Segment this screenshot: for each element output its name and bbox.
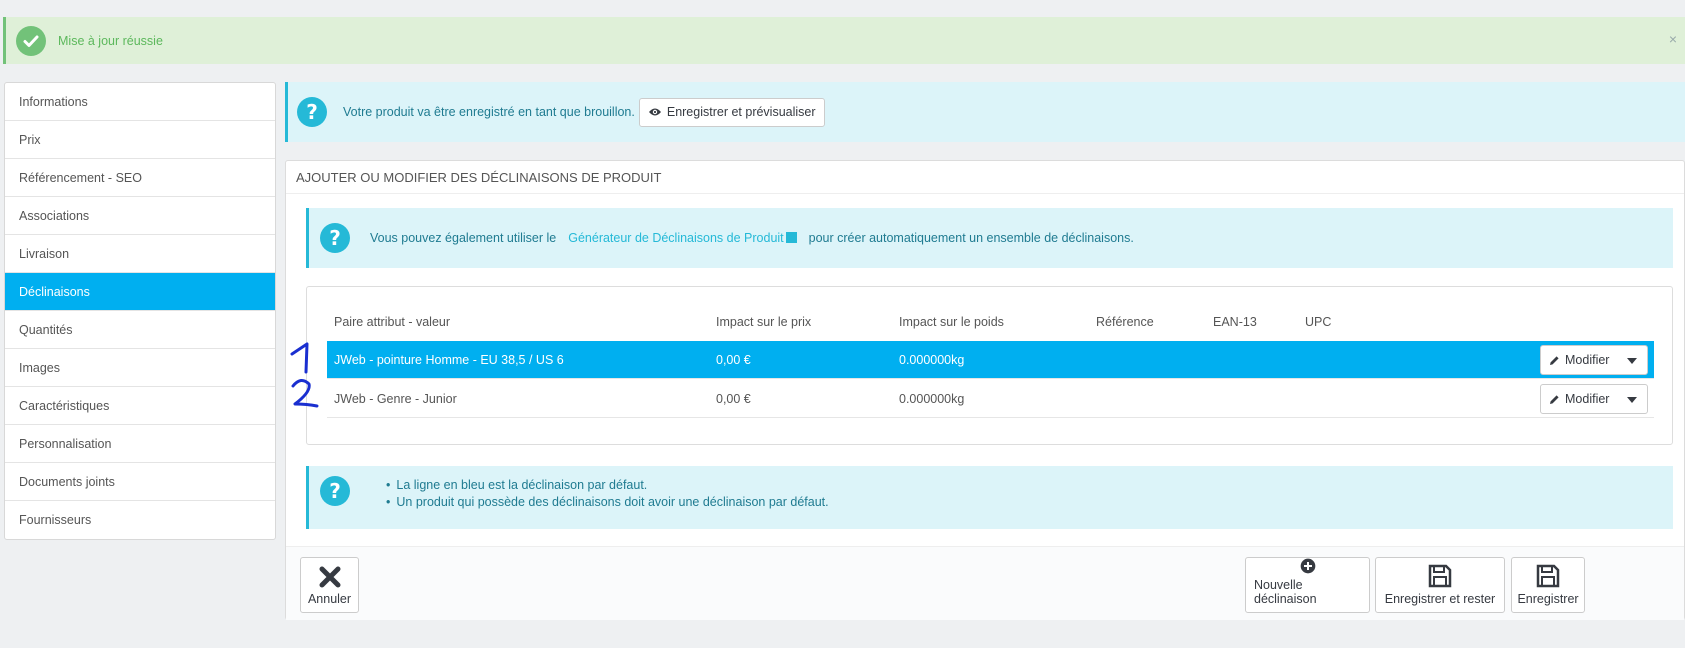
save-button[interactable]: Enregistrer: [1511, 557, 1585, 613]
header-price: Impact sur le prix: [716, 315, 812, 329]
pencil-icon: [1550, 394, 1559, 404]
save-and-stay-label: Enregistrer et rester: [1384, 592, 1496, 606]
check-circle-icon: [16, 25, 46, 56]
sidebar-item-images[interactable]: Images: [5, 349, 275, 387]
close-x-icon: [319, 566, 340, 588]
header-reference: Référence: [1096, 315, 1154, 329]
save-and-preview-button[interactable]: Enregistrer et prévisualiser: [638, 97, 825, 127]
combinations-panel: AJOUTER OU MODIFIER DES DÉCLINAISONS DE …: [285, 160, 1685, 620]
cell-attribute: JWeb - pointure Homme - EU 38,5 / US 6: [334, 353, 564, 367]
annotation-one: 1: [290, 342, 309, 374]
sidebar-item-informations[interactable]: Informations: [5, 83, 275, 121]
plus-circle-icon: [1300, 558, 1315, 574]
question-circle-icon: ?: [320, 223, 350, 253]
question-circle-icon: ?: [297, 97, 327, 127]
eye-icon: [648, 108, 661, 116]
sidebar-item-personnalisation[interactable]: Personnalisation: [5, 425, 275, 463]
sidebar-item-associations[interactable]: Associations: [5, 197, 275, 235]
cell-attribute: JWeb - Genre - Junior: [334, 392, 457, 406]
table-row[interactable]: JWeb - Genre - Junior 0,00 € 0.000000kg …: [327, 380, 1654, 418]
header-attribute: Paire attribut - valeur: [334, 315, 451, 329]
generator-link-label: Générateur de Déclinaisons de Produit: [568, 231, 784, 245]
sidebar-item-prix[interactable]: Prix: [5, 121, 275, 159]
new-combination-button[interactable]: Nouvelle déclinaison: [1245, 557, 1370, 613]
default-combination-info: ? La ligne en bleu est la déclinaison pa…: [306, 466, 1673, 529]
info-item: La ligne en bleu est la déclinaison par …: [386, 477, 829, 494]
table-header: Paire attribut - valeur Impact sur le pr…: [327, 315, 1654, 341]
save-label: Enregistrer: [1517, 592, 1579, 606]
cell-weight: 0.000000kg: [899, 353, 965, 367]
header-upc: UPC: [1305, 315, 1332, 329]
panel-footer: Annuler Nouvelle déclinaison Enregistrer…: [286, 546, 1684, 620]
cell-price: 0,00 €: [716, 392, 751, 406]
question-circle-icon: ?: [320, 476, 350, 506]
edit-combination-button[interactable]: Modifier: [1540, 384, 1648, 414]
external-link-icon: [785, 232, 797, 243]
panel-heading: AJOUTER OU MODIFIER DES DÉCLINAISONS DE …: [286, 161, 1684, 194]
sidebar-item-quantites[interactable]: Quantités: [5, 311, 275, 349]
combinations-table: Paire attribut - valeur Impact sur le pr…: [306, 286, 1673, 445]
generator-info-text-after: pour créer automatiquement un ensemble d…: [808, 231, 1134, 245]
info-item: Un produit qui possède des déclinaisons …: [386, 494, 828, 511]
sidebar-item-documents-joints[interactable]: Documents joints: [5, 463, 275, 501]
info-list: La ligne en bleu est la déclinaison par …: [386, 477, 829, 511]
success-message: Mise à jour réussie: [58, 33, 163, 48]
handwritten-annotations: 1 2: [290, 342, 319, 408]
sidebar-item-declinaisons[interactable]: Déclinaisons: [5, 273, 275, 311]
sidebar-item-seo[interactable]: Référencement - SEO: [5, 159, 275, 197]
save-and-stay-button[interactable]: Enregistrer et rester: [1375, 557, 1505, 613]
product-tabs-sidebar: Informations Prix Référencement - SEO As…: [4, 82, 276, 540]
draft-info-text: Votre produit va être enregistré en tant…: [343, 105, 635, 119]
edit-button-label: Modifier: [1565, 392, 1610, 406]
new-combination-label: Nouvelle déclinaison: [1254, 578, 1317, 606]
table-row[interactable]: JWeb - pointure Homme - EU 38,5 / US 6 0…: [327, 341, 1654, 379]
generator-info-text-before: Vous pouvez également utiliser le: [370, 231, 557, 245]
sidebar-item-caracteristiques[interactable]: Caractéristiques: [5, 387, 275, 425]
sidebar-item-livraison[interactable]: Livraison: [5, 235, 275, 273]
cell-price: 0,00 €: [716, 353, 751, 367]
annotation-two: 2: [291, 379, 319, 408]
success-alert: Mise à jour réussie ×: [3, 17, 1685, 64]
header-weight: Impact sur le poids: [899, 315, 1004, 329]
floppy-disk-icon: [1428, 564, 1452, 588]
save-and-preview-label: Enregistrer et prévisualiser: [666, 105, 816, 119]
generator-info-banner: ? Vous pouvez également utiliser le Géné…: [306, 208, 1673, 268]
cell-weight: 0.000000kg: [899, 392, 965, 406]
edit-button-label: Modifier: [1565, 353, 1610, 367]
floppy-disk-icon: [1536, 564, 1560, 588]
generator-link[interactable]: Générateur de Déclinaisons de Produit: [568, 231, 797, 245]
edit-combination-button[interactable]: Modifier: [1540, 345, 1648, 375]
pencil-icon: [1550, 355, 1559, 365]
cancel-button[interactable]: Annuler: [300, 557, 359, 613]
close-icon[interactable]: ×: [1669, 31, 1677, 47]
caret-down-icon[interactable]: [1627, 358, 1637, 364]
header-ean13: EAN-13: [1213, 315, 1257, 329]
cancel-label: Annuler: [307, 592, 352, 606]
caret-down-icon[interactable]: [1627, 397, 1637, 403]
sidebar-item-fournisseurs[interactable]: Fournisseurs: [5, 501, 275, 539]
draft-info-banner: ? Votre produit va être enregistré en ta…: [285, 82, 1685, 142]
